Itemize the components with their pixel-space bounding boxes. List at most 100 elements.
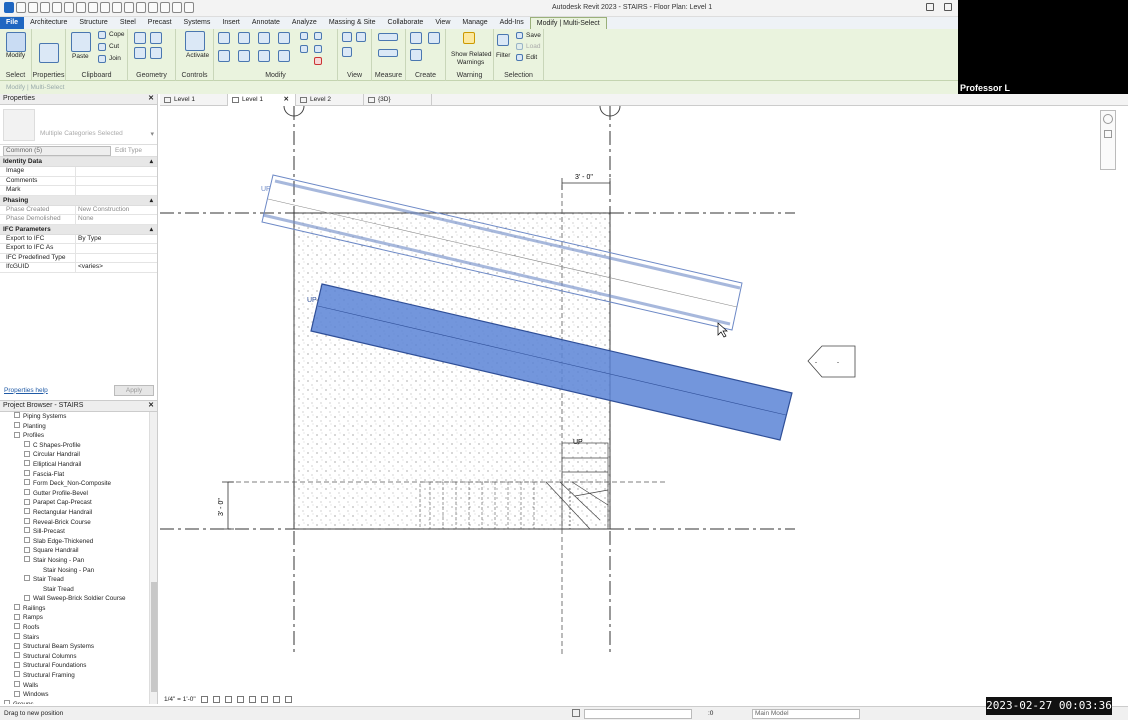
paste-button[interactable]: Paste: [72, 53, 89, 60]
scale-icon[interactable]: [300, 45, 308, 53]
measure-icon[interactable]: [88, 2, 98, 13]
offset-icon[interactable]: [238, 32, 250, 44]
modify-cursor-icon[interactable]: [6, 32, 26, 52]
tree-item[interactable]: Structural Framing: [0, 671, 157, 681]
edit-selection-icon[interactable]: [516, 54, 523, 61]
tree-item[interactable]: Windows: [0, 690, 157, 700]
property-value[interactable]: [76, 167, 157, 176]
tree-item[interactable]: Reveal-Brick Course: [0, 517, 157, 528]
expand-icon[interactable]: [14, 613, 20, 620]
expand-icon[interactable]: [14, 412, 20, 419]
tree-item[interactable]: Piping Systems: [0, 412, 157, 422]
revit-logo-icon[interactable]: [4, 2, 14, 13]
scrollbar-thumb[interactable]: [151, 582, 157, 692]
tab-annotate[interactable]: Annotate: [246, 17, 286, 29]
tree-item[interactable]: Parapet Cap-Precast: [0, 498, 157, 508]
tree-item[interactable]: Form Deck_Non-Composite: [0, 479, 157, 489]
expand-icon[interactable]: [24, 537, 30, 544]
expand-icon[interactable]: [14, 642, 20, 649]
tab-analyze[interactable]: Analyze: [286, 17, 323, 29]
text-icon[interactable]: [124, 2, 134, 13]
property-row[interactable]: IfcGUID <varies>: [0, 263, 157, 273]
tab-architecture[interactable]: Architecture: [24, 17, 73, 29]
close-hidden-icon[interactable]: [172, 2, 182, 13]
load-selection-icon[interactable]: [516, 43, 523, 50]
expand-icon[interactable]: [4, 700, 10, 704]
tree-item[interactable]: Stair Tread: [0, 575, 157, 585]
expand-icon[interactable]: [24, 450, 30, 457]
property-value[interactable]: [76, 186, 157, 195]
property-group-header[interactable]: Identity Data ▴: [0, 157, 157, 167]
tab-massing-site[interactable]: Massing & Site: [323, 17, 382, 29]
expand-icon[interactable]: [14, 421, 20, 428]
split-icon[interactable]: [300, 32, 308, 40]
create-parts-icon[interactable]: [410, 32, 422, 44]
tree-item[interactable]: Stair Tread: [0, 585, 157, 595]
save-selection-button[interactable]: Save: [526, 32, 541, 39]
tree-item[interactable]: Ramps: [0, 613, 157, 623]
expand-icon[interactable]: [24, 546, 30, 553]
design-option-select[interactable]: Main Model: [752, 709, 860, 719]
expand-icon[interactable]: [24, 517, 30, 524]
tab-manage[interactable]: Manage: [456, 17, 493, 29]
cope-icon[interactable]: [98, 31, 106, 39]
worksets-icon[interactable]: [572, 709, 580, 717]
cut-icon[interactable]: [98, 43, 106, 51]
tree-item[interactable]: Circular Handrail: [0, 450, 157, 460]
expand-icon[interactable]: [24, 527, 30, 534]
browser-scrollbar[interactable]: [149, 412, 157, 704]
show-related-label[interactable]: Show Related: [451, 51, 491, 58]
expand-icon[interactable]: [14, 671, 20, 678]
create-group-icon[interactable]: [428, 32, 440, 44]
load-selection-button[interactable]: Load: [526, 43, 540, 50]
activate-button[interactable]: Activate: [186, 52, 209, 59]
tree-item[interactable]: Structural Columns: [0, 652, 157, 662]
collapse-icon[interactable]: ▴: [150, 196, 153, 204]
property-group-header[interactable]: Phasing ▴: [0, 195, 157, 206]
property-value[interactable]: New Construction: [76, 206, 157, 215]
view-tab-level-2[interactable]: Level 2: [296, 94, 364, 106]
visual-style-icon[interactable]: [212, 695, 220, 703]
instance-filter-select[interactable]: Common (5): [3, 145, 111, 156]
warnings-label[interactable]: Warnings: [457, 59, 484, 66]
align-icon[interactable]: [218, 32, 230, 44]
zoom-icon[interactable]: [1104, 130, 1112, 138]
expand-icon[interactable]: [24, 508, 30, 515]
reveal-hidden-icon[interactable]: [284, 695, 292, 703]
cut-geometry-icon[interactable]: [134, 32, 146, 44]
close-icon[interactable]: ✕: [148, 94, 154, 102]
tab-add-ins[interactable]: Add-Ins: [494, 17, 530, 29]
redo-icon[interactable]: [64, 2, 74, 13]
hide-icon[interactable]: [342, 32, 352, 42]
expand-icon[interactable]: [14, 604, 20, 611]
tree-item[interactable]: Roofs: [0, 623, 157, 633]
switch-windows-icon[interactable]: [184, 2, 194, 13]
collapse-icon[interactable]: ▴: [150, 157, 153, 165]
aligned-dimension-icon[interactable]: [378, 49, 398, 57]
filter-button[interactable]: Filter: [496, 52, 510, 59]
paste-icon[interactable]: [71, 32, 91, 52]
workset-select[interactable]: [584, 709, 692, 719]
property-value[interactable]: <varies>: [76, 263, 157, 272]
cope-button[interactable]: Cope: [109, 31, 125, 38]
close-icon[interactable]: ✕: [284, 94, 289, 106]
tree-item[interactable]: Structural Beam Systems: [0, 642, 157, 652]
navigation-bar[interactable]: [1100, 110, 1116, 170]
temporary-hide-icon[interactable]: [272, 695, 280, 703]
view-tab-3d[interactable]: {3D}: [364, 94, 432, 106]
modify-button[interactable]: Modify: [6, 52, 25, 59]
wall-joins-icon[interactable]: [134, 47, 146, 59]
expand-icon[interactable]: [24, 479, 30, 486]
sun-path-icon[interactable]: [224, 695, 232, 703]
help-icon[interactable]: [944, 3, 952, 11]
activate-icon[interactable]: [185, 31, 205, 51]
tree-item[interactable]: Stairs: [0, 632, 157, 643]
rotate-icon[interactable]: [258, 50, 270, 62]
steering-wheel-icon[interactable]: [1103, 114, 1113, 124]
join-button[interactable]: Join: [109, 55, 121, 62]
property-value[interactable]: [76, 177, 157, 186]
property-row[interactable]: Export to IFC As: [0, 244, 157, 254]
array-icon[interactable]: [314, 32, 322, 40]
tab-file[interactable]: File: [0, 17, 25, 29]
edit-type-button[interactable]: Edit Type: [115, 147, 142, 154]
